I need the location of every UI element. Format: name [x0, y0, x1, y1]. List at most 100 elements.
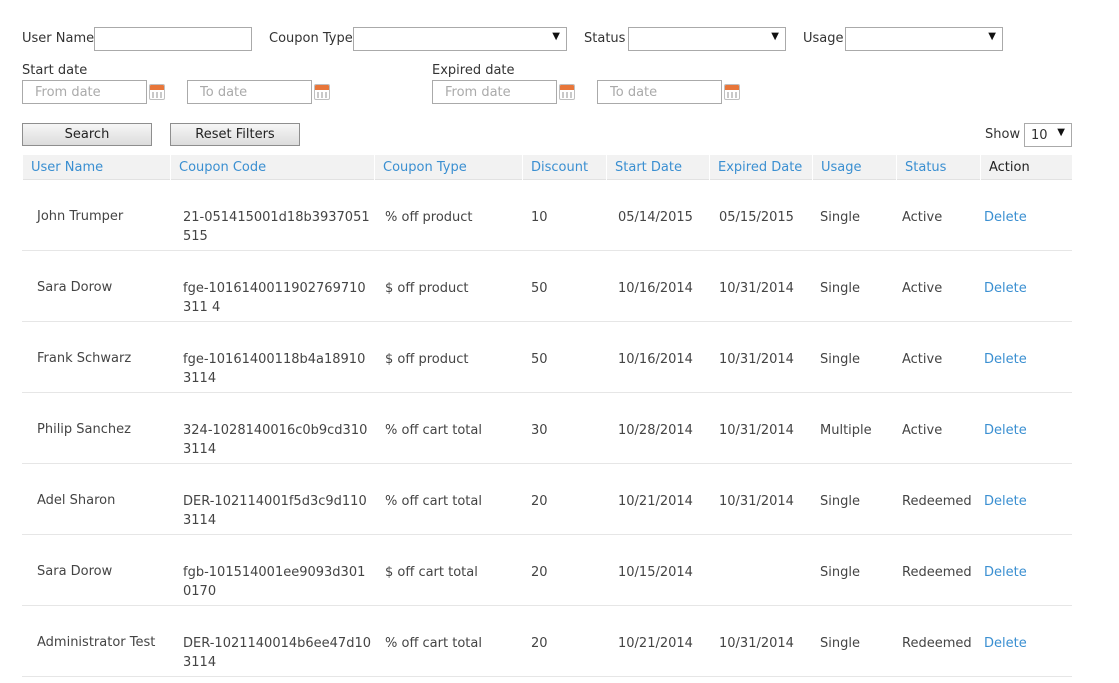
table-row: Frank Schwarz fge-10161400118b4a189103114…	[22, 322, 1072, 393]
cell-start-date: 10/16/2014	[618, 281, 693, 296]
cell-usage: Single	[820, 494, 860, 509]
cell-coupon-type: $ off product	[385, 352, 469, 367]
delete-link[interactable]: Delete	[984, 208, 1027, 227]
expired-from-date-input[interactable]	[432, 80, 557, 104]
delete-link[interactable]: Delete	[984, 492, 1027, 511]
search-button[interactable]: Search	[22, 123, 152, 146]
chevron-down-icon: ▼	[1057, 127, 1065, 138]
chevron-down-icon: ▼	[552, 31, 560, 42]
cell-usage: Single	[820, 210, 860, 225]
table-header: User Name Coupon Code Coupon Type Discou…	[22, 155, 1072, 180]
cell-status: Redeemed	[902, 636, 972, 651]
cell-discount: 30	[531, 423, 548, 438]
calendar-icon[interactable]	[724, 84, 740, 100]
cell-expired-date: 10/31/2014	[719, 423, 794, 438]
cell-coupon-type: $ off product	[385, 281, 469, 296]
table-row: Administrator Test DER-1021140014b6ee47d1…	[22, 606, 1072, 677]
cell-discount: 50	[531, 352, 548, 367]
cell-status: Redeemed	[902, 565, 972, 580]
cell-expired-date: 10/31/2014	[719, 281, 794, 296]
cell-status: Active	[902, 281, 943, 296]
user-name-input[interactable]	[94, 27, 252, 51]
col-usage[interactable]: Usage	[812, 155, 896, 180]
start-date-label: Start date	[22, 63, 88, 78]
cell-expired-date: 05/15/2015	[719, 210, 794, 225]
start-from-date-input[interactable]	[22, 80, 147, 104]
calendar-icon[interactable]	[149, 84, 165, 100]
cell-usage: Multiple	[820, 423, 872, 438]
cell-start-date: 10/28/2014	[618, 423, 693, 438]
col-discount[interactable]: Discount	[522, 155, 606, 180]
cell-coupon-code: 324-1028140016c0b9cd3103114	[183, 423, 368, 457]
cell-usage: Single	[820, 281, 860, 296]
usage-select[interactable]: ▼	[845, 27, 1003, 51]
table-row: Sara Dorow fge-1016140011902769710311 4 $ …	[22, 251, 1072, 322]
delete-link[interactable]: Delete	[984, 350, 1027, 369]
cell-coupon-code: fgb-101514001ee9093d3010170	[183, 565, 366, 599]
usage-label: Usage	[803, 31, 844, 46]
cell-start-date: 10/21/2014	[618, 494, 693, 509]
cell-status: Redeemed	[902, 494, 972, 509]
page-size-select[interactable]: 10 ▼	[1024, 123, 1072, 147]
delete-link[interactable]: Delete	[984, 421, 1027, 440]
cell-coupon-code: 21-051415001d18b3937051515	[183, 210, 370, 244]
cell-discount: 20	[531, 636, 548, 651]
cell-user-name: Sara Dorow	[37, 564, 113, 579]
cell-coupon-code: fge-1016140011902769710311 4	[183, 281, 366, 315]
cell-coupon-type: $ off cart total	[385, 565, 478, 580]
cell-user-name: Frank Schwarz	[37, 351, 132, 366]
cell-status: Active	[902, 423, 943, 438]
col-start-date[interactable]: Start Date	[606, 155, 709, 180]
reset-filters-button[interactable]: Reset Filters	[170, 123, 300, 146]
cell-status: Active	[902, 210, 943, 225]
cell-expired-date: 10/31/2014	[719, 352, 794, 367]
table-row: Sara Dorow fgb-101514001ee9093d3010170 $ o…	[22, 535, 1072, 606]
cell-user-name: Adel Sharon	[37, 493, 116, 508]
cell-coupon-type: % off cart total	[385, 636, 482, 651]
delete-link[interactable]: Delete	[984, 563, 1027, 582]
cell-user-name: Sara Dorow	[37, 280, 113, 295]
cell-coupon-code: DER-1021140014b6ee47d103114	[183, 636, 371, 670]
coupon-type-label: Coupon Type	[269, 31, 353, 46]
table-row: Philip Sanchez 324-1028140016c0b9cd310311…	[22, 393, 1072, 464]
cell-coupon-type: % off product	[385, 210, 473, 225]
cell-coupon-type: % off cart total	[385, 494, 482, 509]
cell-user-name: Administrator Test	[37, 635, 156, 650]
table-row: John Trumper 21-051415001d18b3937051515 % …	[22, 180, 1072, 251]
cell-usage: Single	[820, 636, 860, 651]
expired-date-label: Expired date	[432, 63, 515, 78]
cell-start-date: 10/16/2014	[618, 352, 693, 367]
cell-coupon-type: % off cart total	[385, 423, 482, 438]
cell-start-date: 10/15/2014	[618, 565, 693, 580]
cell-coupon-code: DER-102114001f5d3c9d1103114	[183, 494, 367, 528]
calendar-icon[interactable]	[559, 84, 575, 100]
cell-user-name: John Trumper	[37, 209, 124, 224]
col-coupon-type[interactable]: Coupon Type	[374, 155, 522, 180]
status-label: Status	[584, 31, 626, 46]
expired-to-date-input[interactable]	[597, 80, 722, 104]
cell-usage: Single	[820, 565, 860, 580]
table-row: Adel Sharon DER-102114001f5d3c9d1103114 % …	[22, 464, 1072, 535]
chevron-down-icon: ▼	[771, 31, 779, 42]
cell-user-name: Philip Sanchez	[37, 422, 131, 437]
user-name-label: User Name	[22, 31, 95, 46]
calendar-icon[interactable]	[314, 84, 330, 100]
delete-link[interactable]: Delete	[984, 279, 1027, 298]
chevron-down-icon: ▼	[988, 31, 996, 42]
start-to-date-input[interactable]	[187, 80, 312, 104]
col-coupon-code[interactable]: Coupon Code	[170, 155, 374, 180]
col-expired-date[interactable]: Expired Date	[709, 155, 812, 180]
cell-discount: 10	[531, 210, 548, 225]
coupon-type-select[interactable]: ▼	[353, 27, 567, 51]
status-select[interactable]: ▼	[628, 27, 786, 51]
cell-discount: 20	[531, 494, 548, 509]
col-action: Action	[980, 155, 1072, 180]
delete-link[interactable]: Delete	[984, 634, 1027, 653]
page-size-value: 10	[1031, 128, 1048, 143]
col-user-name[interactable]: User Name	[22, 155, 170, 180]
col-status[interactable]: Status	[896, 155, 980, 180]
cell-coupon-code: fge-10161400118b4a189103114	[183, 352, 366, 386]
cell-expired-date: 10/31/2014	[719, 494, 794, 509]
show-label: Show	[985, 127, 1021, 142]
cell-status: Active	[902, 352, 943, 367]
